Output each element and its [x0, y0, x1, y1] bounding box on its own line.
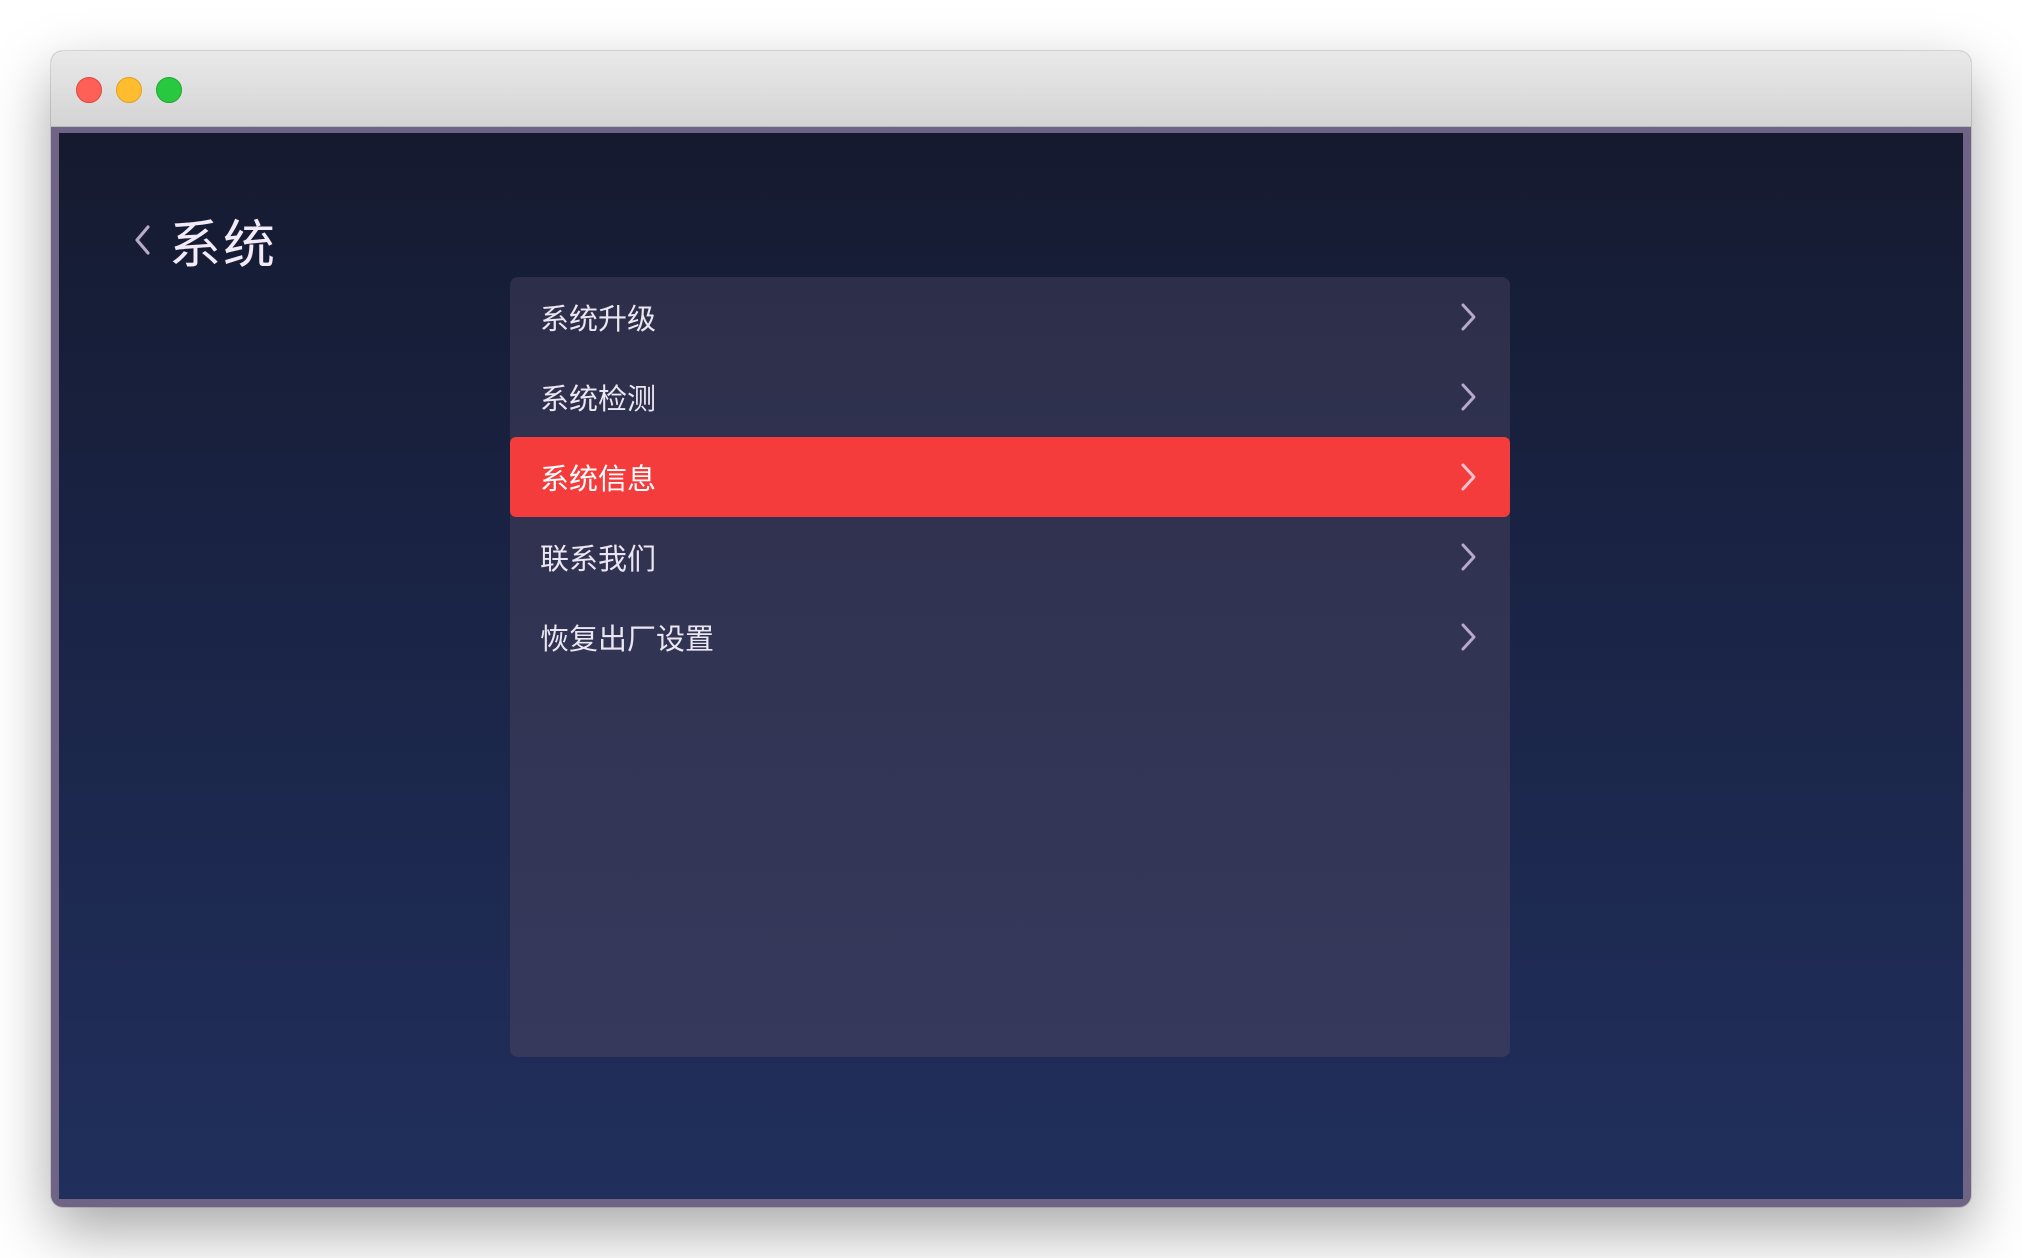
menu-item-label: 系统检测: [540, 382, 657, 416]
chevron-right-icon: [1456, 460, 1480, 494]
menu-item-system-info[interactable]: 系统信息: [510, 437, 1510, 517]
back-button[interactable]: 系统: [127, 205, 278, 276]
chevron-right-icon: [1456, 300, 1480, 334]
menu-item-label: 系统信息: [540, 462, 657, 496]
close-window-button[interactable]: [76, 77, 102, 103]
menu-item-system-upgrade[interactable]: 系统升级: [510, 277, 1510, 357]
menu-item-contact-us[interactable]: 联系我们: [510, 517, 1510, 597]
page-title: 系统: [169, 215, 278, 276]
maximize-window-button[interactable]: [156, 77, 182, 103]
menu-item-system-check[interactable]: 系统检测: [510, 357, 1510, 437]
menu-item-label: 联系我们: [540, 542, 657, 576]
menu-item-factory-reset[interactable]: 恢复出厂设置: [510, 597, 1510, 677]
menu-item-label: 恢复出厂设置: [540, 622, 715, 656]
settings-menu-panel: 系统升级 系统检测 系统信息 联系我们 恢复出厂设置: [510, 277, 1510, 1057]
chevron-right-icon: [1456, 380, 1480, 414]
chevron-right-icon: [1456, 620, 1480, 654]
app-window: 系统 系统升级 系统检测 系统信息 联系我们 恢复出厂设置: [51, 51, 1971, 1207]
tv-screen: 系统 系统升级 系统检测 系统信息 联系我们 恢复出厂设置: [59, 133, 1963, 1199]
chevron-left-icon: [127, 220, 157, 260]
minimize-window-button[interactable]: [116, 77, 142, 103]
chevron-right-icon: [1456, 540, 1480, 574]
menu-item-label: 系统升级: [540, 302, 657, 336]
title-bar: [51, 51, 1971, 127]
